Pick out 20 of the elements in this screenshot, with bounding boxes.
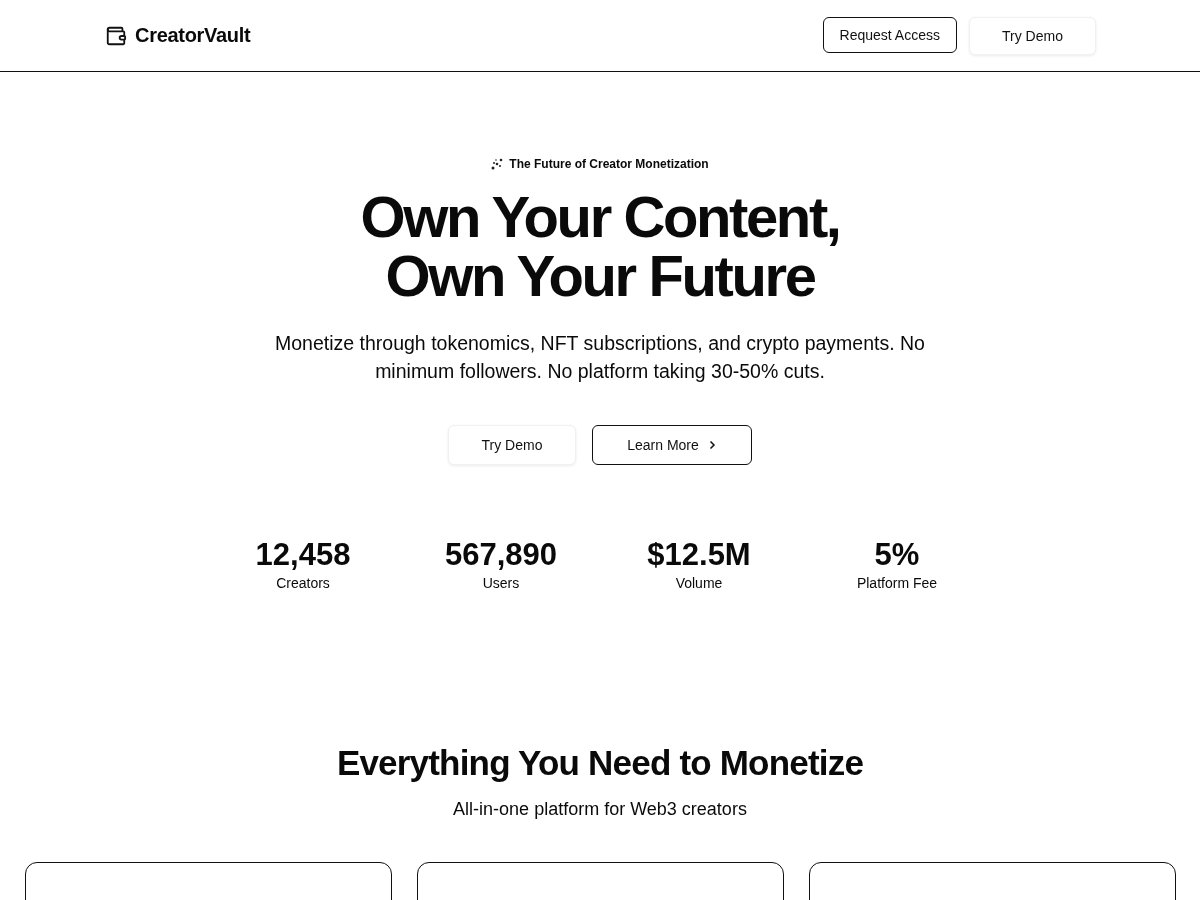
hero-badge-text: The Future of Creator Monetization [509, 157, 709, 171]
brand-name: CreatorVault [135, 24, 251, 47]
sparkles-icon [491, 158, 504, 170]
hero-button[interactable]: Try Demo [448, 425, 576, 465]
stat-value: 5% [874, 537, 920, 573]
header-button[interactable]: Request Access [822, 16, 957, 53]
hero-subtitle: Monetize through tokenomics, NFT subscriptions, and crypto payments. No minimum followers. No platform taking 30-50% cuts. [274, 331, 926, 384]
wallet-icon [105, 24, 127, 47]
stat-label: Volume [675, 575, 723, 591]
stat-value: 567,890 [444, 537, 558, 573]
section-subtitle: All-in-one platform for Web3 creators [453, 799, 747, 820]
stat-value: 12,458 [255, 537, 351, 573]
header-button[interactable]: Try Demo [969, 16, 1096, 55]
stat-label: Creators [276, 575, 330, 591]
stat-label: Platform Fee [856, 575, 938, 591]
hero-button[interactable]: Learn More [592, 425, 752, 465]
section-title: Everything You Need to Monetize [336, 743, 864, 783]
hero-title: Own Your Content, Own Your Future [360, 187, 840, 305]
stat-label: Users [482, 575, 520, 591]
stat-value: $12.5M [647, 537, 751, 573]
